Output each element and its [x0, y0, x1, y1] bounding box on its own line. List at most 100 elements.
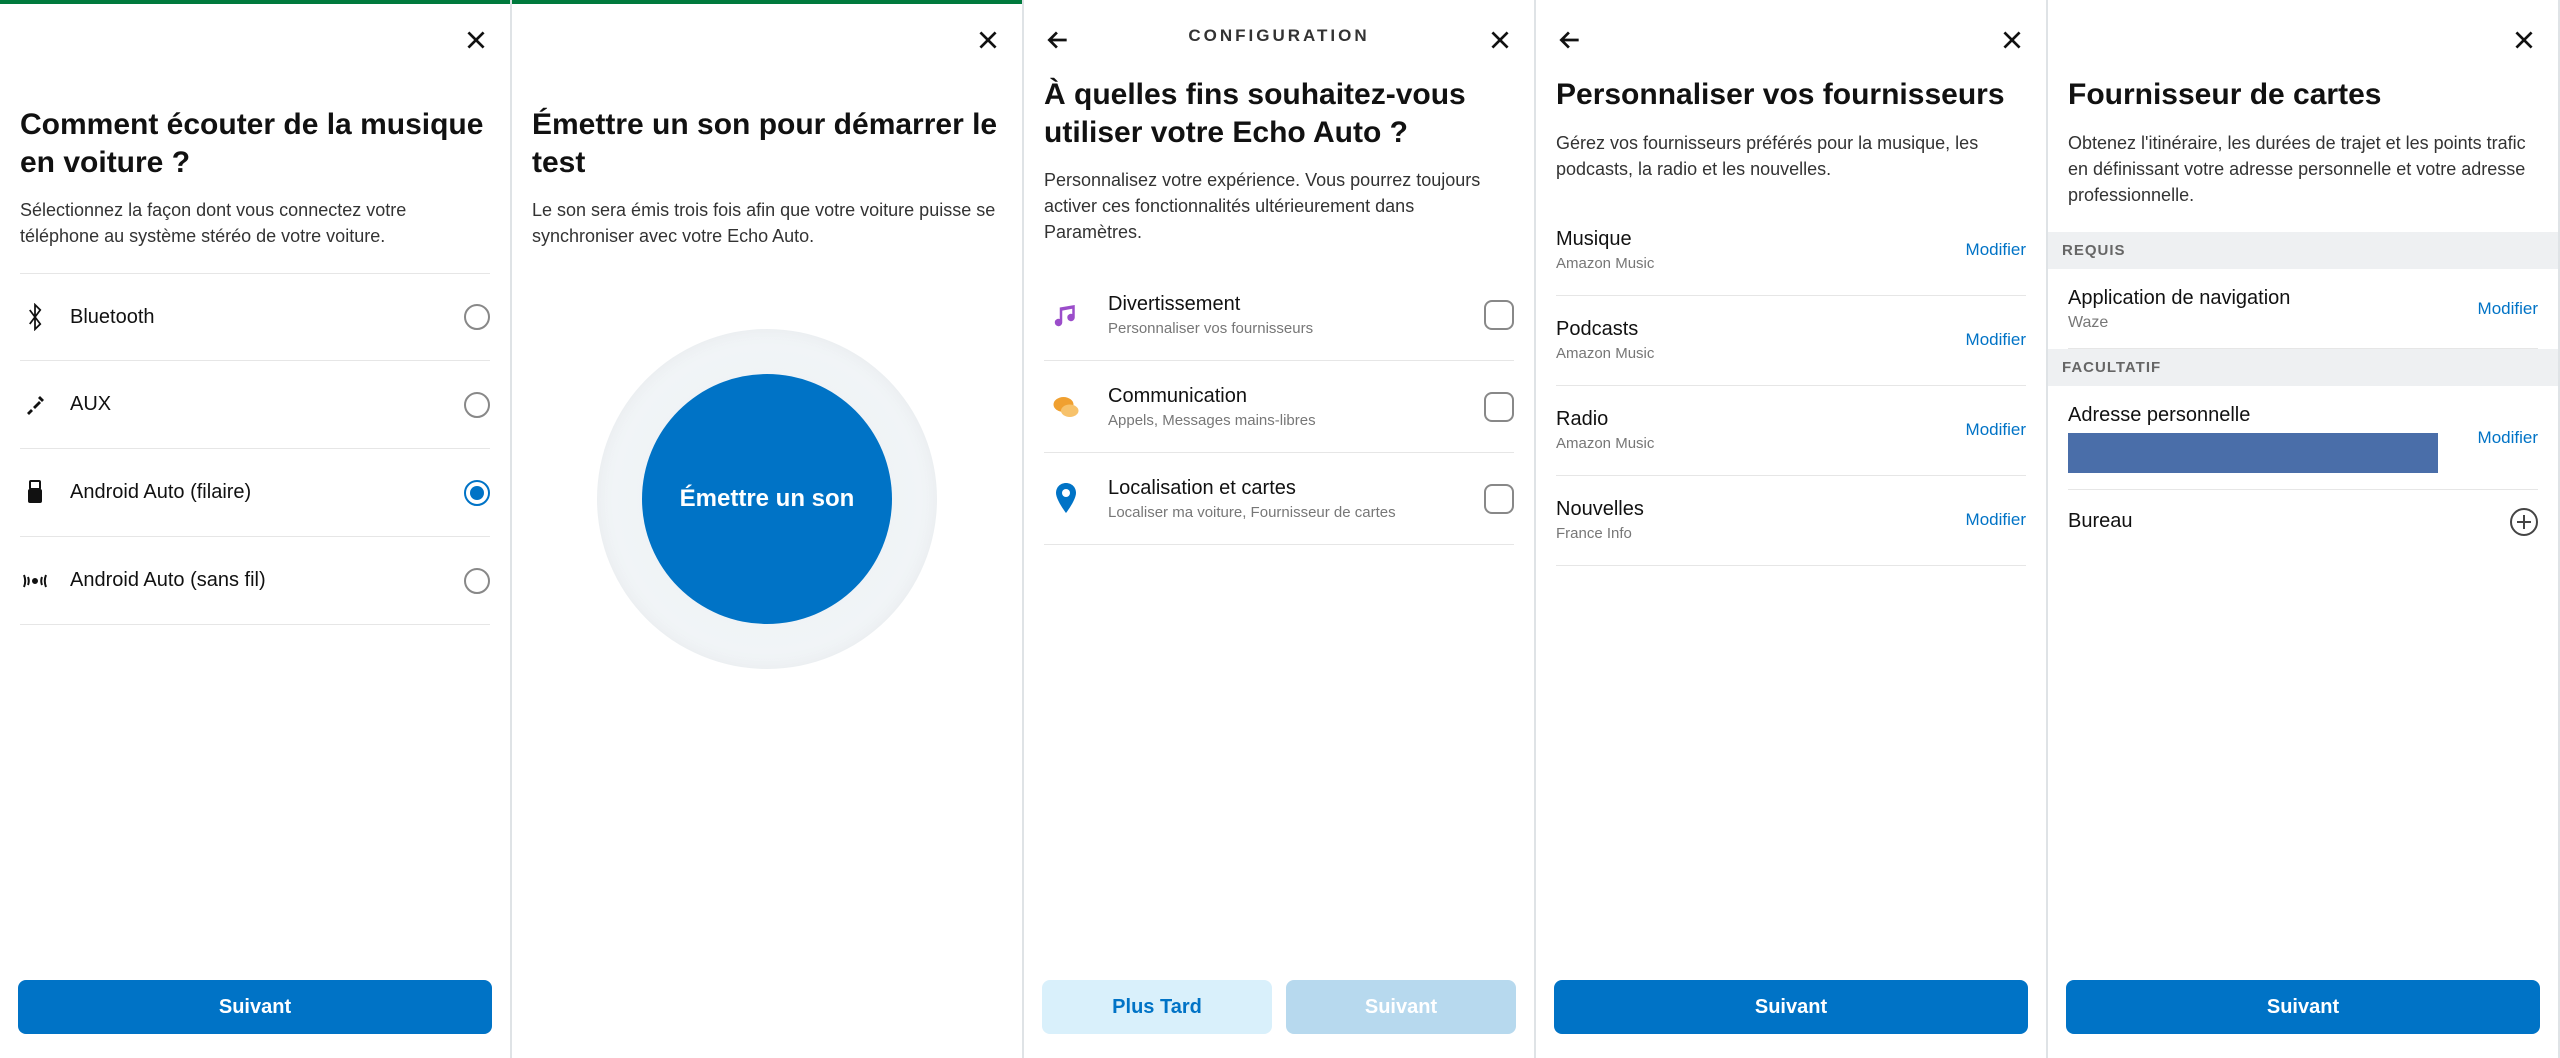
screen-listen-music: Comment écouter de la musique en voiture… — [0, 0, 512, 1058]
later-button[interactable]: Plus Tard — [1042, 980, 1272, 1034]
checkbox[interactable] — [1484, 484, 1514, 514]
radio-unselected[interactable] — [464, 568, 490, 594]
modify-link[interactable]: Modifier — [1966, 420, 2026, 440]
modify-link[interactable]: Modifier — [1966, 510, 2026, 530]
header: CONFIGURATION — [1024, 6, 1534, 66]
option-android-auto-wireless[interactable]: Android Auto (sans fil) — [20, 537, 490, 625]
checkbox[interactable] — [1484, 392, 1514, 422]
screen-customize-providers: Personnaliser vos fournisseurs Gérez vos… — [1536, 0, 2048, 1058]
bluetooth-icon — [20, 303, 50, 331]
back-arrow-icon — [1557, 27, 1583, 53]
screen-play-sound: Émettre un son pour démarrer le test Le … — [512, 0, 1024, 1058]
provider-title: Radio — [1556, 408, 1654, 431]
page-title: Émettre un son pour démarrer le test — [532, 106, 1002, 181]
header — [0, 6, 510, 66]
option-android-auto-wired[interactable]: Android Auto (filaire) — [20, 449, 490, 537]
screen-map-provider: Fournisseur de cartes Obtenez l'itinérai… — [2048, 0, 2560, 1058]
config-item-communication[interactable]: Communication Appels, Messages mains-lib… — [1044, 361, 1514, 453]
play-sound-wrapper: Émettre un son — [532, 329, 1002, 669]
close-button[interactable] — [2504, 20, 2544, 60]
back-button[interactable] — [1550, 20, 1590, 60]
provider-sub: France Info — [1556, 525, 1644, 542]
aux-icon — [20, 393, 50, 417]
usb-icon — [20, 479, 50, 507]
header — [1536, 6, 2046, 66]
home-address-title: Adresse personnelle — [2068, 404, 2438, 427]
radio-selected[interactable] — [464, 480, 490, 506]
provider-sub: Amazon Music — [1556, 345, 1654, 362]
add-office-button[interactable] — [2510, 508, 2538, 536]
page-title: À quelles fins souhaitez-vous utiliser v… — [1044, 76, 1514, 151]
header — [2048, 6, 2558, 66]
wireless-icon — [20, 569, 50, 593]
close-button[interactable] — [1480, 20, 1520, 60]
page-subtitle: Le son sera émis trois fois afin que vot… — [532, 197, 1002, 249]
item-title: Localisation et cartes — [1108, 477, 1464, 500]
header — [512, 6, 1022, 66]
config-item-localisation[interactable]: Localisation et cartes Localiser ma voit… — [1044, 453, 1514, 545]
nav-app-row: Application de navigation Waze Modifier — [2068, 269, 2538, 349]
provider-row-podcasts: Podcasts Amazon Music Modifier — [1556, 296, 2026, 386]
modify-link[interactable]: Modifier — [2478, 299, 2538, 319]
close-icon — [463, 27, 489, 53]
close-icon — [1999, 27, 2025, 53]
modify-link[interactable]: Modifier — [1966, 240, 2026, 260]
page-subtitle: Personnalisez votre expérience. Vous pou… — [1044, 167, 1514, 245]
page-subtitle: Obtenez l'itinéraire, les durées de traj… — [2068, 130, 2538, 208]
config-item-divertissement[interactable]: Divertissement Personnaliser vos fournis… — [1044, 269, 1514, 361]
section-optional: FACULTATIF — [2048, 349, 2558, 386]
next-button[interactable]: Suivant — [1554, 980, 2028, 1034]
close-icon — [975, 27, 1001, 53]
chat-icon — [1044, 392, 1088, 422]
status-bar — [0, 0, 510, 4]
option-label: Android Auto (sans fil) — [70, 569, 444, 592]
section-required: REQUIS — [2048, 232, 2558, 269]
office-address-title: Bureau — [2068, 510, 2133, 533]
music-note-icon — [1044, 300, 1088, 330]
option-label: Android Auto (filaire) — [70, 481, 444, 504]
item-title: Divertissement — [1108, 293, 1464, 316]
page-title: Personnaliser vos fournisseurs — [1556, 76, 2026, 114]
option-label: AUX — [70, 393, 444, 416]
back-button[interactable] — [1038, 20, 1078, 60]
screen-configuration: CONFIGURATION À quelles fins souhaitez-v… — [1024, 0, 1536, 1058]
next-button[interactable]: Suivant — [18, 980, 492, 1034]
checkbox[interactable] — [1484, 300, 1514, 330]
provider-title: Podcasts — [1556, 318, 1654, 341]
option-aux[interactable]: AUX — [20, 361, 490, 449]
back-arrow-icon — [1045, 27, 1071, 53]
item-title: Communication — [1108, 385, 1464, 408]
play-sound-button[interactable]: Émettre un son — [642, 374, 892, 624]
page-title: Comment écouter de la musique en voiture… — [20, 106, 490, 181]
provider-row-musique: Musique Amazon Music Modifier — [1556, 206, 2026, 296]
provider-sub: Amazon Music — [1556, 255, 1654, 272]
provider-title: Nouvelles — [1556, 498, 1644, 521]
next-button-disabled: Suivant — [1286, 980, 1516, 1034]
page-subtitle: Sélectionnez la façon dont vous connecte… — [20, 197, 490, 249]
close-icon — [1487, 27, 1513, 53]
provider-sub: Amazon Music — [1556, 435, 1654, 452]
item-subtitle: Appels, Messages mains-libres — [1108, 412, 1464, 429]
provider-row-nouvelles: Nouvelles France Info Modifier — [1556, 476, 2026, 566]
nav-app-sub: Waze — [2068, 314, 2290, 332]
modify-link[interactable]: Modifier — [2478, 428, 2538, 448]
office-address-row: Bureau — [2068, 490, 2538, 552]
close-button[interactable] — [968, 20, 1008, 60]
radio-unselected[interactable] — [464, 392, 490, 418]
close-button[interactable] — [456, 20, 496, 60]
location-pin-icon — [1044, 483, 1088, 515]
home-address-row: Adresse personnelle Modifier — [2068, 386, 2538, 490]
modify-link[interactable]: Modifier — [1966, 330, 2026, 350]
next-button[interactable]: Suivant — [2066, 980, 2540, 1034]
option-bluetooth[interactable]: Bluetooth — [20, 273, 490, 361]
item-subtitle: Localiser ma voiture, Fournisseur de car… — [1108, 504, 1464, 521]
item-subtitle: Personnaliser vos fournisseurs — [1108, 320, 1464, 337]
close-button[interactable] — [1992, 20, 2032, 60]
nav-app-title: Application de navigation — [2068, 287, 2290, 310]
page-subtitle: Gérez vos fournisseurs préférés pour la … — [1556, 130, 2026, 182]
home-address-value-redacted — [2068, 433, 2438, 473]
play-sound-outer-ring: Émettre un son — [597, 329, 937, 669]
status-bar — [512, 0, 1022, 4]
header-title: CONFIGURATION — [1188, 26, 1369, 46]
radio-unselected[interactable] — [464, 304, 490, 330]
